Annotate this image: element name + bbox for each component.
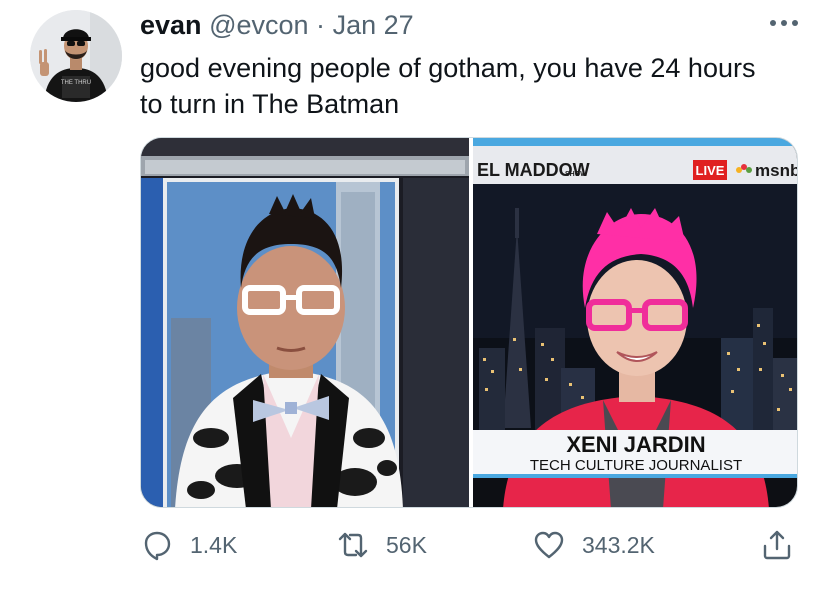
reply-count: 1.4K (190, 531, 238, 558)
live-label: LIVE (696, 163, 725, 178)
user-handle[interactable]: @evcon (209, 10, 308, 40)
tweet-date[interactable]: Jan 27 (333, 10, 414, 40)
network-name: msnbc (755, 161, 798, 180)
more-button[interactable] (766, 10, 802, 36)
action-bar: 1.4K 56K 343.2K (140, 525, 800, 565)
avatar-shirt-text: THE THRU (61, 80, 91, 86)
tweet-media[interactable]: EL MADDOW SHOW LIVE msnbc (140, 137, 798, 508)
more-horizontal-icon (770, 20, 798, 26)
separator-dot: · (316, 10, 326, 40)
tweet-header: evan @evcon · Jan 27 (140, 8, 414, 42)
avatar[interactable]: THE THRU (30, 10, 122, 102)
tweet-text: good evening people of gotham, you have … (140, 53, 756, 119)
show-suffix: SHOW (565, 171, 587, 178)
retweet-button[interactable]: 56K (336, 525, 427, 565)
like-count: 343.2K (582, 531, 655, 558)
share-button[interactable] (760, 525, 794, 565)
share-icon (763, 530, 791, 560)
guest-title: TECH CULTURE JOURNALIST (530, 457, 742, 474)
reply-icon (144, 531, 171, 561)
display-name[interactable]: evan (140, 10, 202, 40)
retweet-icon (338, 532, 368, 558)
heart-icon (534, 531, 564, 559)
guest-name: XENI JARDIN (566, 432, 705, 457)
like-button[interactable]: 343.2K (532, 525, 655, 565)
retweet-count: 56K (386, 531, 427, 558)
reply-button[interactable]: 1.4K (140, 525, 237, 565)
